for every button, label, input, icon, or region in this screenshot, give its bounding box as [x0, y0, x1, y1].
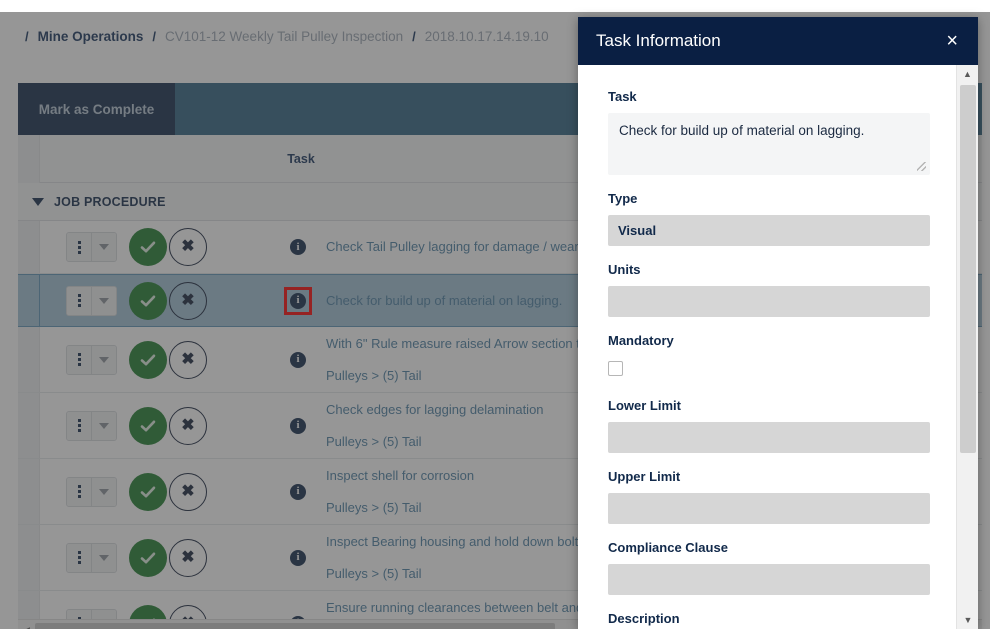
scroll-up-icon[interactable]: ▲ — [957, 65, 978, 83]
compliance-clause-input[interactable] — [608, 564, 930, 595]
task-information-dialog: Task Information × Task Check for build … — [578, 17, 978, 629]
app-root: / Mine Operations / CV101-12 Weekly Tail… — [0, 0, 990, 629]
field-label-upper-limit: Upper Limit — [608, 469, 681, 484]
field-label-type: Type — [608, 191, 638, 206]
field-compliance-clause: Compliance Clause — [608, 540, 948, 595]
scroll-down-icon[interactable]: ▼ — [957, 611, 978, 629]
resize-grip-icon[interactable] — [917, 162, 926, 171]
vertical-scroll-thumb[interactable] — [960, 85, 976, 453]
field-upper-limit: Upper Limit — [608, 469, 948, 524]
field-label-compliance-clause: Compliance Clause — [608, 540, 728, 555]
field-label-lower-limit: Lower Limit — [608, 398, 681, 413]
vertical-scroll-track[interactable] — [957, 83, 978, 611]
upper-limit-input[interactable] — [608, 493, 930, 524]
field-description: Description — [608, 611, 948, 626]
type-input[interactable]: Visual — [608, 215, 930, 246]
units-input[interactable] — [608, 286, 930, 317]
task-textarea-value: Check for build up of material on laggin… — [619, 123, 865, 138]
close-icon[interactable]: × — [944, 31, 960, 51]
dialog-title: Task Information — [596, 31, 721, 50]
field-type: Type Visual — [608, 191, 948, 246]
lower-limit-input[interactable] — [608, 422, 930, 453]
mandatory-checkbox[interactable] — [608, 361, 623, 376]
field-label-description: Description — [608, 611, 680, 626]
field-label-units: Units — [608, 262, 641, 277]
task-textarea[interactable]: Check for build up of material on laggin… — [608, 113, 930, 175]
field-units: Units — [608, 262, 948, 317]
field-task: Task Check for build up of material on l… — [608, 89, 948, 175]
field-mandatory: Mandatory — [608, 333, 948, 376]
dialog-vertical-scrollbar[interactable]: ▲ ▼ — [956, 65, 978, 629]
dialog-header: Task Information × — [578, 17, 978, 65]
field-label-task: Task — [608, 89, 637, 104]
dialog-body: Task Check for build up of material on l… — [578, 65, 978, 629]
field-lower-limit: Lower Limit — [608, 398, 948, 453]
field-label-mandatory: Mandatory — [608, 333, 674, 348]
